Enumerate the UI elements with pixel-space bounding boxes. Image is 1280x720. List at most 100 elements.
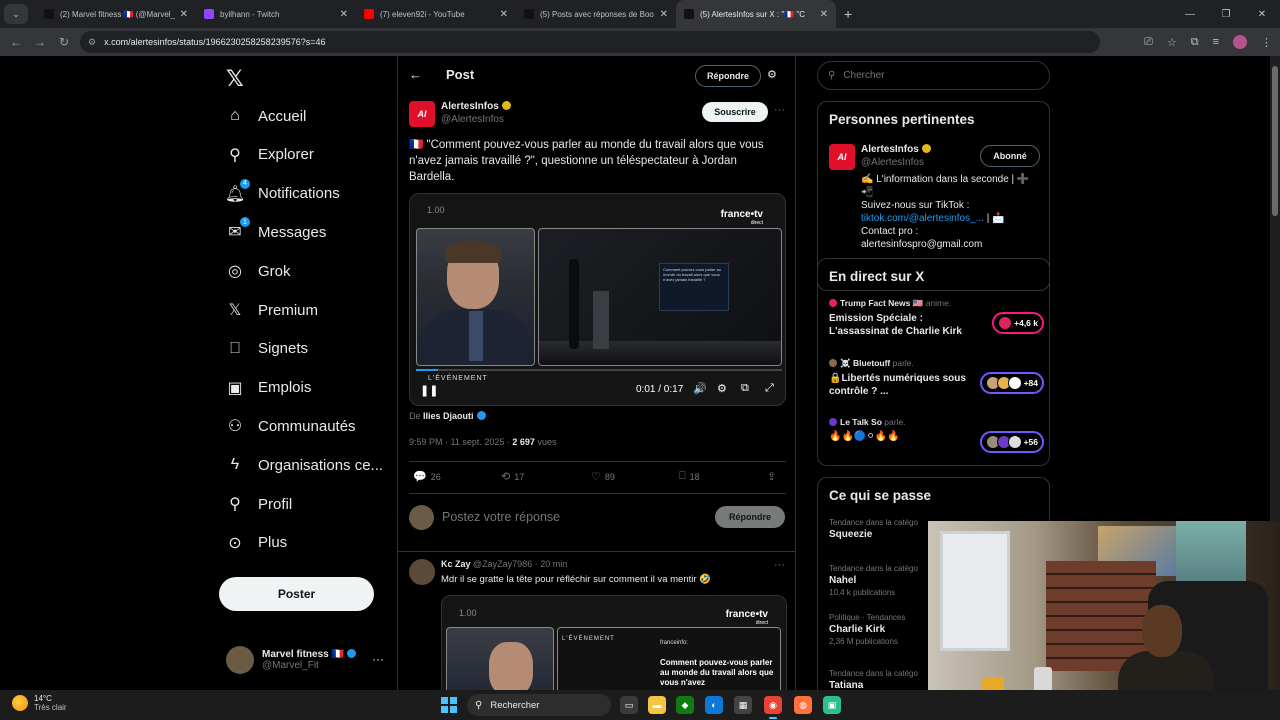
volume-icon[interactable]: 🔊 xyxy=(693,382,707,395)
like-action[interactable]: ♡ 89 xyxy=(591,470,615,483)
close-icon[interactable]: ✕ xyxy=(660,9,668,20)
new-tab-button[interactable]: + xyxy=(844,6,852,22)
following-button[interactable]: Abonné xyxy=(980,145,1040,167)
edge-icon[interactable]: ◐ xyxy=(705,696,723,714)
install-app-icon[interactable]: ⎚ xyxy=(1144,36,1153,49)
close-icon[interactable]: ✕ xyxy=(820,9,828,20)
browser-tab[interactable]: (5) Posts avec réponses de Boo ✕ xyxy=(516,0,676,28)
browser-tab[interactable]: (2) Marvel fitness 🇫🇷 (@Marvel_ ✕ xyxy=(36,0,196,28)
settings-sliders-icon[interactable]: ⚙ xyxy=(767,68,777,81)
file-explorer-icon[interactable]: ▬ xyxy=(648,696,666,714)
live-listeners-pill[interactable]: +56 xyxy=(979,431,1044,453)
reading-list-icon[interactable]: ≡ xyxy=(1213,36,1219,48)
chrome-icon[interactable]: ◉ xyxy=(764,696,782,719)
trend-item[interactable]: Politique · Tendances Charlie Kirk 2,36 M … xyxy=(829,613,929,646)
nav-item-profil[interactable]: ⚲ Profil xyxy=(226,489,292,519)
trend-item[interactable]: Tendance dans la catégo Tatiana xyxy=(829,669,929,691)
live-space-item[interactable]: Trump Fact News 🇺🇸 anime. Emission Spécia… xyxy=(829,298,1044,338)
back-arrow-icon[interactable]: ← xyxy=(409,67,422,82)
close-icon[interactable]: ✕ xyxy=(500,9,508,20)
credit-name[interactable]: Ilies Djaouti xyxy=(423,411,474,421)
avatar[interactable]: AI xyxy=(409,101,435,127)
pause-icon[interactable]: ❚❚ xyxy=(420,384,438,397)
back-nav-icon[interactable]: ← xyxy=(4,35,28,49)
more-icon[interactable]: ··· xyxy=(774,559,785,571)
nav-item-premium[interactable]: 𝕏 Premium xyxy=(226,295,318,325)
url-field[interactable]: ⚙ x.com/alertesinfos/status/196623025825… xyxy=(80,31,1100,53)
gear-icon[interactable]: ⚙ xyxy=(717,382,727,395)
nav-item-grok[interactable]: ◎ Grok xyxy=(226,256,291,286)
reply-action[interactable]: 💬 26 xyxy=(413,470,441,483)
nav-item-signets[interactable]: ⎕ Signets xyxy=(226,334,308,364)
subscribe-button[interactable]: Souscrire xyxy=(702,102,768,122)
live-listeners-pill[interactable]: +84 xyxy=(979,372,1044,394)
author-handle[interactable]: @AlertesInfos xyxy=(441,114,504,125)
more-icon[interactable]: ··· xyxy=(774,104,785,116)
timestamp[interactable]: 9:59 PM · 11 sept. 2025 · xyxy=(409,437,510,447)
reply-handle[interactable]: @ZayZay7986 · 20 min xyxy=(473,559,567,569)
author-name[interactable]: AlertesInfos xyxy=(441,101,499,112)
reply-video[interactable]: 1.00 france•tv direct L'ÉVÉNEMENT francei… xyxy=(441,595,787,690)
relevant-name[interactable]: AlertesInfos xyxy=(861,144,919,155)
reply-author[interactable]: Kc Zay xyxy=(441,559,471,569)
task-view-icon[interactable]: ▭ xyxy=(620,696,638,714)
avatar[interactable]: AI xyxy=(829,144,855,170)
reply-header-button[interactable]: Répondre xyxy=(695,65,761,87)
xbox-icon[interactable]: ◆ xyxy=(676,696,694,714)
nav-item-messages[interactable]: ✉ 1 Messages xyxy=(226,217,326,247)
account-switcher[interactable]: Marvel fitness 🇫🇷 @Marvel_Fit ··· xyxy=(226,644,396,676)
browser-tab[interactable]: byilhann - Twitch ✕ xyxy=(196,0,356,28)
relevant-handle[interactable]: @AlertesInfos xyxy=(861,157,924,168)
nav-item-emplois[interactable]: ▣ Emplois xyxy=(226,373,311,403)
share-action[interactable]: ⇪ xyxy=(767,470,780,483)
nav-item-plus[interactable]: ⊙ Plus xyxy=(226,528,287,558)
live-space-item[interactable]: ☠️ Bluetouff parle. 🔒Libertés numériques … xyxy=(829,358,1044,398)
reply-input[interactable]: Postez votre réponse xyxy=(442,510,560,524)
close-icon[interactable]: ✕ xyxy=(180,9,188,20)
video-event-label: L'ÉVÉNEMENT xyxy=(428,375,488,382)
bookmark-action[interactable]: ⎕ 18 xyxy=(679,470,700,483)
browser-profile-avatar[interactable] xyxy=(1233,35,1247,49)
bio-link[interactable]: tiktok.com/@alertesinfos_... xyxy=(861,213,984,224)
youtube-icon xyxy=(364,9,374,19)
live-listeners-pill[interactable]: +4,6 k xyxy=(992,312,1044,334)
browser-tab[interactable]: (5) AlertesInfos sur X : "🇫🇷 "C ✕ xyxy=(676,0,836,28)
video-progress-bar[interactable] xyxy=(416,369,782,371)
windows-start-icon[interactable] xyxy=(441,697,457,713)
close-icon[interactable]: ✕ xyxy=(340,9,348,20)
forward-nav-icon[interactable]: → xyxy=(28,35,52,49)
restore-icon[interactable]: ❐ xyxy=(1208,0,1244,28)
pip-icon[interactable]: ⧉ xyxy=(741,382,749,395)
weather-widget[interactable]: 14°C Très clair xyxy=(12,694,67,712)
reload-icon[interactable]: ↻ xyxy=(52,35,76,49)
reply-submit-button[interactable]: Répondre xyxy=(715,506,785,528)
close-window-icon[interactable]: ✕ xyxy=(1244,0,1280,28)
avatar[interactable] xyxy=(409,559,435,585)
post-button[interactable]: Poster xyxy=(219,577,374,611)
more-icon[interactable]: ··· xyxy=(372,652,384,666)
tab-search-button[interactable]: ⌄ xyxy=(4,4,28,24)
nav-item-accueil[interactable]: ⌂ Accueil xyxy=(226,101,306,131)
live-space-item[interactable]: Le Talk So parle. 🔥🔥🔵⚪🔥🔥 +56 xyxy=(829,417,1044,453)
search-input[interactable]: ⚲ Chercher xyxy=(817,61,1050,90)
firefox-icon[interactable]: ◍ xyxy=(794,696,812,714)
bookmark-star-icon[interactable]: ☆ xyxy=(1167,36,1177,49)
site-info-icon[interactable]: ⚙ xyxy=(88,37,96,48)
app-icon[interactable]: ▣ xyxy=(823,696,841,714)
taskbar-search[interactable]: ⚲ Rechercher xyxy=(467,694,611,716)
repost-action[interactable]: ⟲ 17 xyxy=(501,470,524,483)
nav-item-organisations-ce[interactable]: ϟ Organisations ce... xyxy=(226,450,383,480)
nav-item-explorer[interactable]: ⚲ Explorer xyxy=(226,140,314,170)
x-logo-icon[interactable]: 𝕏 xyxy=(226,66,244,92)
store-icon[interactable]: ▦ xyxy=(734,696,752,714)
nav-item-communautés[interactable]: ⚇ Communautés xyxy=(226,411,356,441)
trend-item[interactable]: Tendance dans la catégo Squeezie xyxy=(829,518,929,540)
browser-menu-icon[interactable]: ⋮ xyxy=(1261,36,1272,49)
minimize-icon[interactable]: — xyxy=(1172,0,1208,28)
browser-tab[interactable]: (7) eleven92i - YouTube ✕ xyxy=(356,0,516,28)
video-player[interactable]: 1.00 france•tv direct Comment pouvez-vous… xyxy=(409,193,786,406)
extensions-icon[interactable]: ⧉ xyxy=(1191,36,1199,49)
trend-item[interactable]: Tendance dans la catégo Nahel 10,4 k publi… xyxy=(829,564,929,597)
fullscreen-icon[interactable]: ⤢ xyxy=(765,382,774,395)
nav-item-notifications[interactable]: 🔔︎ 4 Notifications xyxy=(225,178,340,209)
